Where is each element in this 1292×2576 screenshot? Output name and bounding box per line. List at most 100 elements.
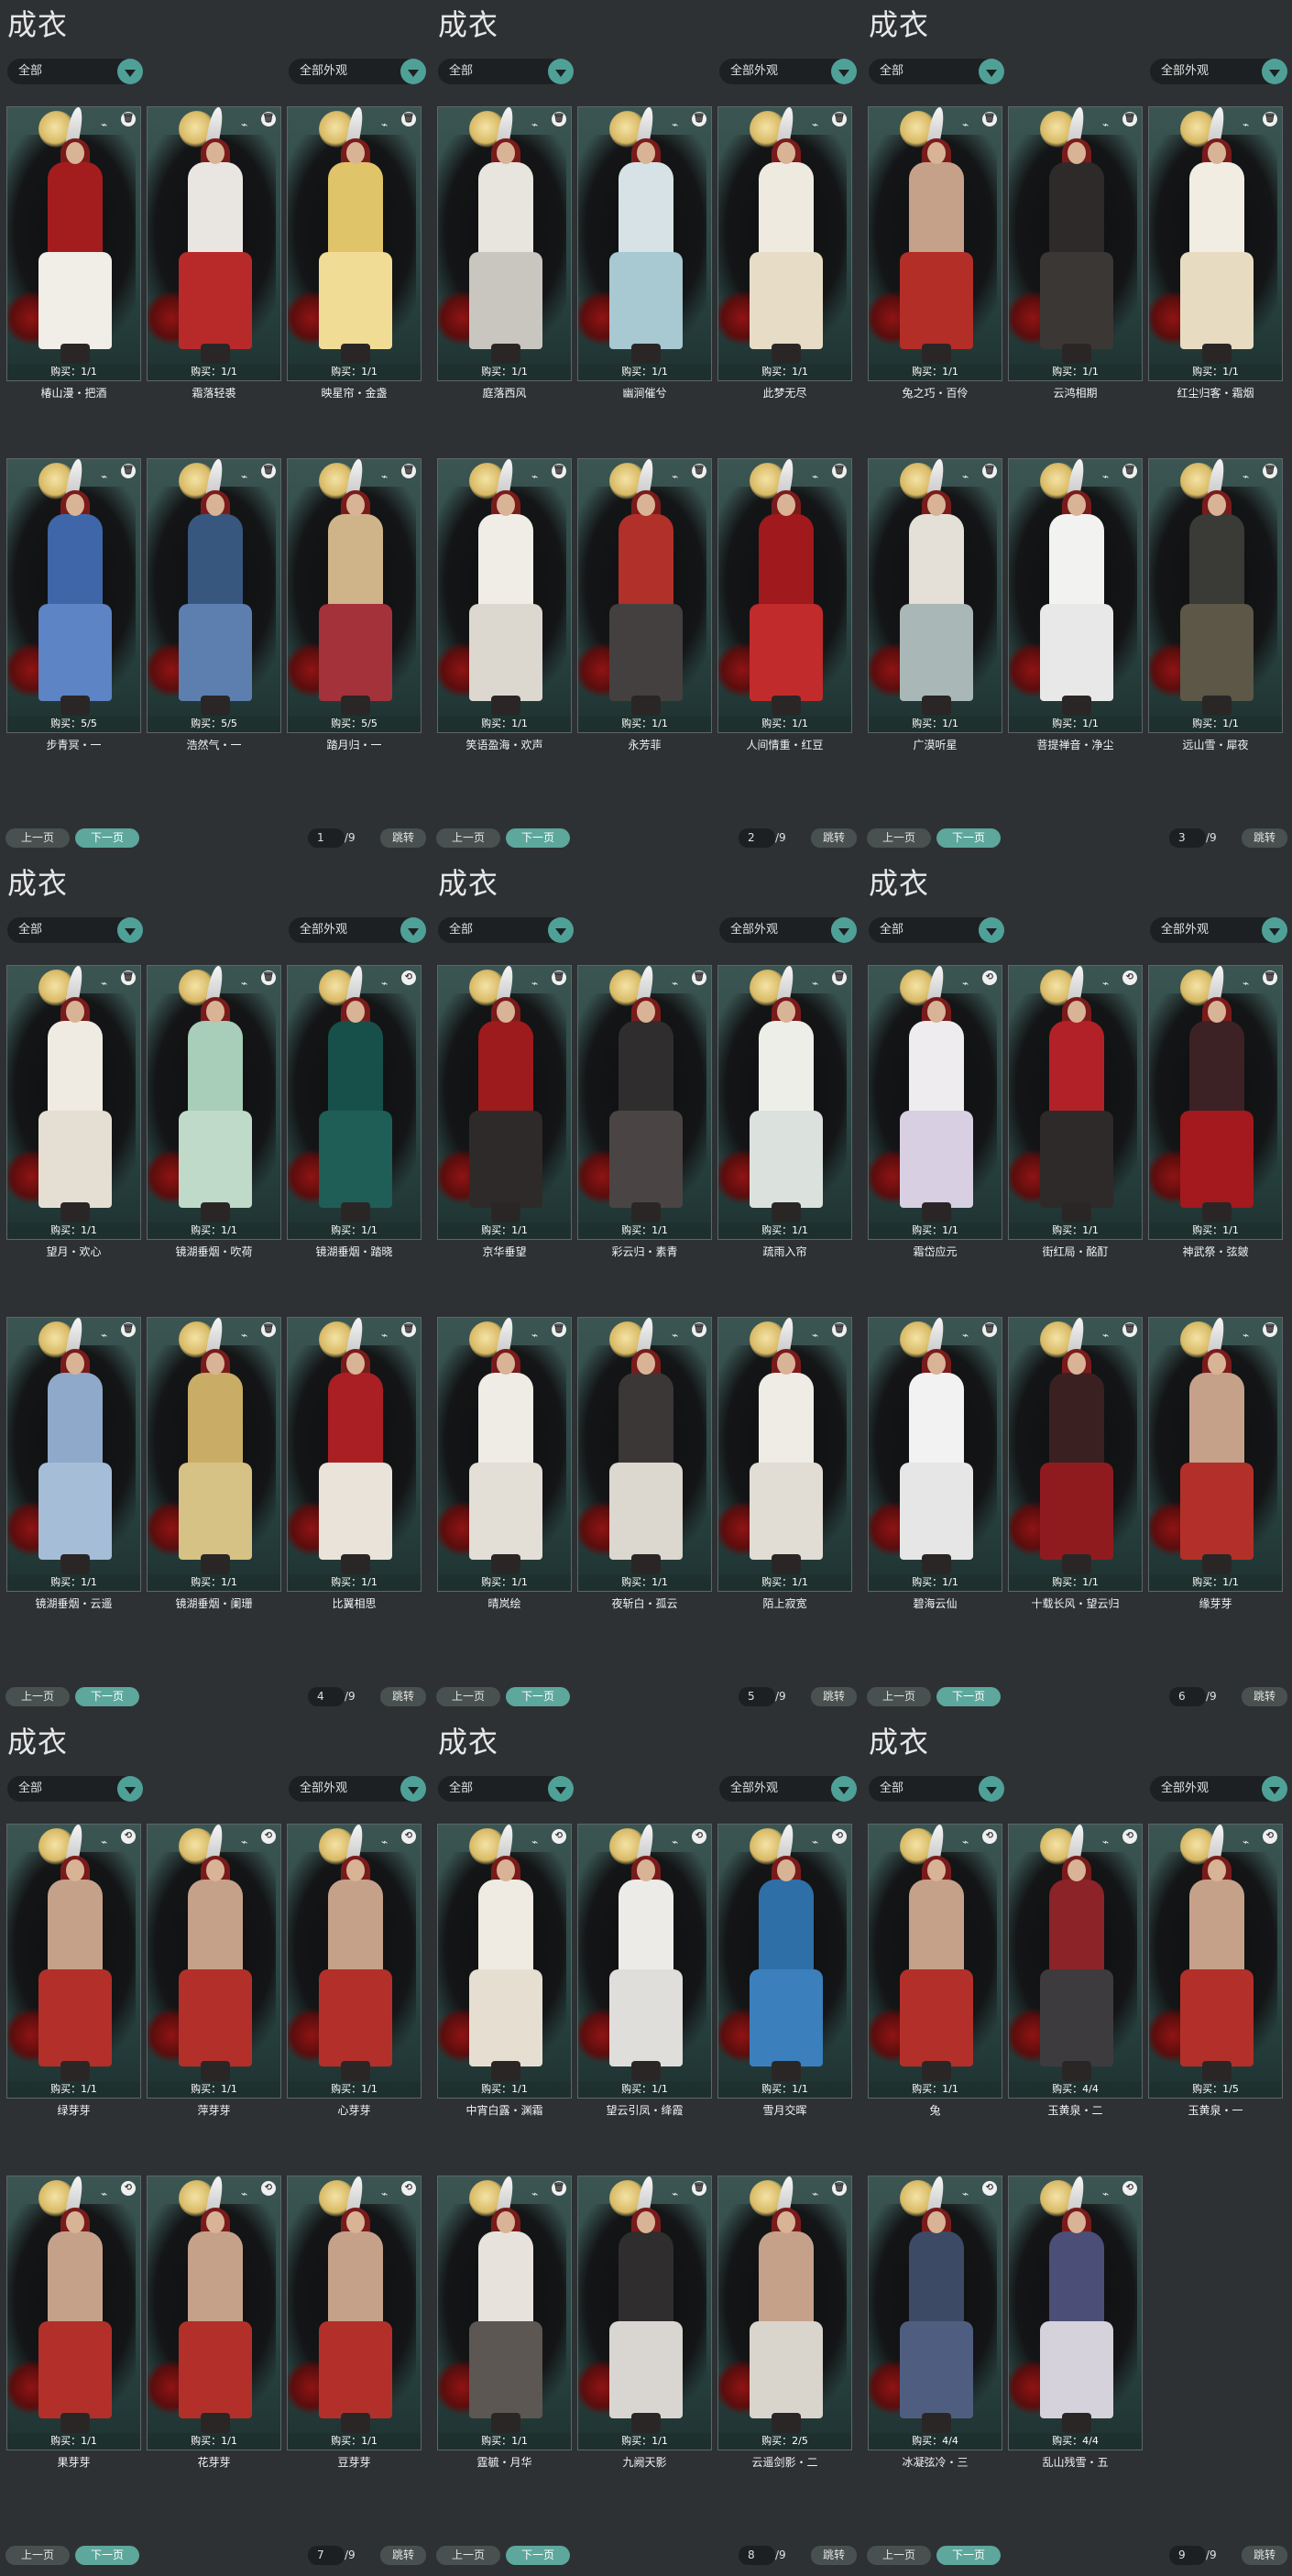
- trash-icon[interactable]: 🗑: [1122, 112, 1137, 126]
- jump-button[interactable]: 跳转: [1242, 1687, 1287, 1706]
- outfit-card[interactable]: ⌁ ⟲ 购买：1/1: [287, 1824, 422, 2099]
- outfit-card[interactable]: ⌁ 🗑 购买：1/1: [287, 106, 422, 381]
- outfit-card[interactable]: ⌁ 🗑 购买：1/1: [1008, 1317, 1143, 1592]
- outfit-card[interactable]: ⌁ 🗑 购买：1/1: [577, 106, 712, 381]
- outfit-card[interactable]: ⌁ 🗑 购买：1/1: [717, 106, 852, 381]
- outfit-card[interactable]: ⌁ 🗑 购买：1/1: [147, 1317, 281, 1592]
- prev-page-button[interactable]: 上一页: [436, 2546, 500, 2565]
- outfit-card[interactable]: ⌁ 🗑 购买：1/1: [1008, 458, 1143, 733]
- trash-icon[interactable]: 🗑: [982, 112, 997, 126]
- outfit-card[interactable]: ⌁ ⟲ 购买：1/1: [437, 1824, 572, 2099]
- prev-page-button[interactable]: 上一页: [867, 1687, 931, 1706]
- swap-icon[interactable]: ⟲: [1122, 1829, 1137, 1844]
- page-number-input[interactable]: 3: [1169, 828, 1206, 848]
- outfit-card[interactable]: ⌁ ⟲ 购买：1/1: [868, 1824, 1002, 2099]
- trash-icon[interactable]: 🗑: [401, 1322, 416, 1337]
- trash-icon[interactable]: 🗑: [121, 1322, 136, 1337]
- outfit-card[interactable]: ⌁ 🗑 购买：1/1: [6, 1317, 141, 1592]
- prev-page-button[interactable]: 上一页: [436, 1687, 500, 1706]
- trash-icon[interactable]: 🗑: [832, 970, 847, 985]
- prev-page-button[interactable]: 上一页: [867, 828, 931, 848]
- outfit-card[interactable]: ⌁ 🗑 购买：1/1: [717, 458, 852, 733]
- next-page-button[interactable]: 下一页: [75, 1687, 139, 1706]
- trash-icon[interactable]: 🗑: [1263, 464, 1277, 478]
- outfit-card[interactable]: ⌁ ⟲ 购买：1/5: [1148, 1824, 1283, 2099]
- outfit-card[interactable]: ⌁ ⟲ 购买：4/4: [868, 2176, 1002, 2450]
- outfit-card[interactable]: ⌁ 🗑 购买：1/1: [6, 965, 141, 1240]
- swap-icon[interactable]: ⟲: [261, 1829, 276, 1844]
- outfit-card[interactable]: ⌁ 🗑 购买：1/1: [287, 1317, 422, 1592]
- chevron-down-icon[interactable]: [831, 1776, 857, 1802]
- trash-icon[interactable]: 🗑: [1263, 1322, 1277, 1337]
- appearance-filter-dropdown[interactable]: 全部外观: [1150, 1776, 1287, 1802]
- page-number-input[interactable]: 8: [739, 2546, 775, 2565]
- outfit-card[interactable]: ⌁ 🗑 购买：5/5: [287, 458, 422, 733]
- trash-icon[interactable]: 🗑: [552, 1322, 566, 1337]
- category-filter-dropdown[interactable]: 全部: [869, 917, 1004, 943]
- page-number-input[interactable]: 9: [1169, 2546, 1206, 2565]
- chevron-down-icon[interactable]: [548, 917, 574, 943]
- chevron-down-icon[interactable]: [548, 1776, 574, 1802]
- outfit-card[interactable]: ⌁ 🗑 购买：1/1: [868, 458, 1002, 733]
- outfit-card[interactable]: ⌁ 🗑 购买：1/1: [6, 106, 141, 381]
- jump-button[interactable]: 跳转: [811, 2546, 857, 2565]
- outfit-card[interactable]: ⌁ 🗑 购买：1/1: [437, 2176, 572, 2450]
- appearance-filter-dropdown[interactable]: 全部外观: [1150, 917, 1287, 943]
- trash-icon[interactable]: 🗑: [552, 112, 566, 126]
- prev-page-button[interactable]: 上一页: [5, 1687, 70, 1706]
- chevron-down-icon[interactable]: [117, 1776, 143, 1802]
- trash-icon[interactable]: 🗑: [121, 970, 136, 985]
- swap-icon[interactable]: ⟲: [401, 2181, 416, 2196]
- outfit-card[interactable]: ⌁ 🗑 购买：1/1: [437, 965, 572, 1240]
- chevron-down-icon[interactable]: [1262, 917, 1287, 943]
- trash-icon[interactable]: 🗑: [1122, 464, 1137, 478]
- next-page-button[interactable]: 下一页: [506, 2546, 570, 2565]
- outfit-card[interactable]: ⌁ 🗑 购买：1/1: [717, 965, 852, 1240]
- swap-icon[interactable]: ⟲: [121, 2181, 136, 2196]
- outfit-card[interactable]: ⌁ ⟲ 购买：1/1: [1008, 965, 1143, 1240]
- trash-icon[interactable]: 🗑: [692, 1322, 706, 1337]
- prev-page-button[interactable]: 上一页: [867, 2546, 931, 2565]
- appearance-filter-dropdown[interactable]: 全部外观: [1150, 59, 1287, 84]
- next-page-button[interactable]: 下一页: [506, 828, 570, 848]
- swap-icon[interactable]: ⟲: [552, 1829, 566, 1844]
- swap-icon[interactable]: ⟲: [1122, 2181, 1137, 2196]
- jump-button[interactable]: 跳转: [1242, 828, 1287, 848]
- trash-icon[interactable]: 🗑: [692, 464, 706, 478]
- page-number-input[interactable]: 1: [308, 828, 345, 848]
- trash-icon[interactable]: 🗑: [401, 464, 416, 478]
- outfit-card[interactable]: ⌁ ⟲ 购买：1/1: [868, 965, 1002, 1240]
- chevron-down-icon[interactable]: [979, 917, 1004, 943]
- swap-icon[interactable]: ⟲: [261, 2181, 276, 2196]
- page-number-input[interactable]: 4: [308, 1687, 345, 1706]
- trash-icon[interactable]: 🗑: [261, 970, 276, 985]
- trash-icon[interactable]: 🗑: [982, 1322, 997, 1337]
- swap-icon[interactable]: ⟲: [982, 970, 997, 985]
- next-page-button[interactable]: 下一页: [75, 2546, 139, 2565]
- page-number-input[interactable]: 2: [739, 828, 775, 848]
- category-filter-dropdown[interactable]: 全部: [869, 59, 1004, 84]
- outfit-card[interactable]: ⌁ ⟲ 购买：1/1: [6, 2176, 141, 2450]
- outfit-card[interactable]: ⌁ 🗑 购买：1/1: [577, 965, 712, 1240]
- trash-icon[interactable]: 🗑: [692, 970, 706, 985]
- chevron-down-icon[interactable]: [117, 917, 143, 943]
- outfit-card[interactable]: ⌁ 🗑 购买：1/1: [147, 106, 281, 381]
- outfit-card[interactable]: ⌁ 🗑 购买：1/1: [1008, 106, 1143, 381]
- page-number-input[interactable]: 5: [739, 1687, 775, 1706]
- swap-icon[interactable]: ⟲: [1263, 1829, 1277, 1844]
- outfit-card[interactable]: ⌁ ⟲ 购买：1/1: [717, 1824, 852, 2099]
- next-page-button[interactable]: 下一页: [75, 828, 139, 848]
- outfit-card[interactable]: ⌁ 🗑 购买：5/5: [6, 458, 141, 733]
- outfit-card[interactable]: ⌁ 🗑 购买：1/1: [717, 1317, 852, 1592]
- jump-button[interactable]: 跳转: [380, 2546, 426, 2565]
- outfit-card[interactable]: ⌁ 🗑 购买：1/1: [437, 458, 572, 733]
- chevron-down-icon[interactable]: [1262, 59, 1287, 84]
- outfit-card[interactable]: ⌁ 🗑 购买：1/1: [1148, 965, 1283, 1240]
- next-page-button[interactable]: 下一页: [936, 2546, 1001, 2565]
- next-page-button[interactable]: 下一页: [936, 828, 1001, 848]
- trash-icon[interactable]: 🗑: [121, 112, 136, 126]
- outfit-card[interactable]: ⌁ 🗑 购买：1/1: [577, 1317, 712, 1592]
- outfit-card[interactable]: ⌁ ⟲ 购买：1/1: [287, 2176, 422, 2450]
- trash-icon[interactable]: 🗑: [692, 2181, 706, 2196]
- trash-icon[interactable]: 🗑: [832, 1322, 847, 1337]
